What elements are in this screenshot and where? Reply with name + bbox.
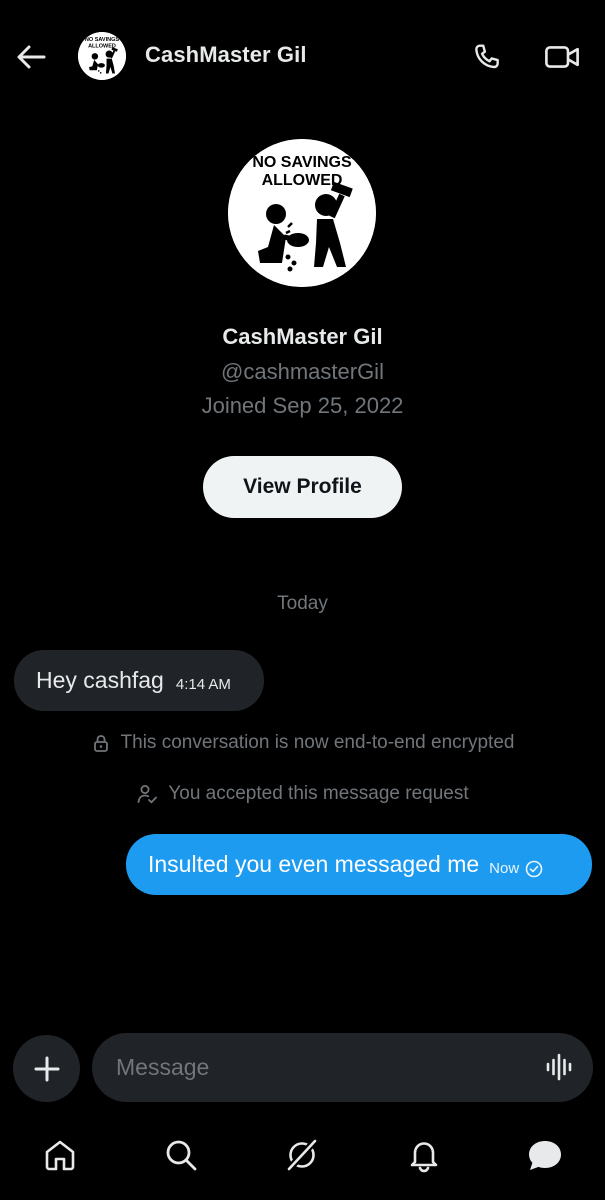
request-accepted-notice: You accepted this message request	[0, 780, 605, 808]
video-call-button[interactable]	[541, 38, 583, 76]
plus-icon	[34, 1056, 59, 1081]
svg-text:NO SAVINGS: NO SAVINGS	[85, 37, 119, 43]
back-arrow-icon	[17, 45, 46, 69]
video-camera-icon	[545, 46, 579, 68]
request-accepted-text: You accepted this message request	[168, 783, 469, 804]
person-check-icon	[137, 785, 158, 804]
nav-search[interactable]	[158, 1132, 204, 1178]
home-icon	[45, 1140, 75, 1171]
message-input[interactable]	[116, 1033, 516, 1102]
day-separator: Today	[277, 593, 328, 614]
header-contact-name[interactable]: CashMaster Gil	[145, 42, 307, 68]
messages-icon	[529, 1141, 561, 1170]
svg-text:ALLOWED: ALLOWED	[262, 172, 343, 189]
search-icon	[166, 1140, 197, 1171]
view-profile-button[interactable]: View Profile	[203, 456, 402, 518]
message-text: Insulted you even messaged me	[148, 851, 480, 877]
no-savings-logo: NO SAVINGS ALLOWED	[78, 32, 126, 80]
encryption-notice-text: This conversation is now end-to-end encr…	[120, 732, 515, 753]
phone-icon	[475, 44, 499, 69]
incoming-message-bubble[interactable]: Hey cashfag 4:14 AM	[14, 650, 264, 711]
profile-joined-date: Joined Sep 25, 2022	[201, 393, 404, 418]
nav-home[interactable]	[37, 1132, 83, 1178]
svg-text:NO SAVINGS: NO SAVINGS	[252, 154, 352, 171]
bottom-navigation	[0, 1118, 605, 1200]
lock-icon	[93, 735, 108, 752]
notifications-icon	[410, 1142, 438, 1173]
profile-handle: @cashmasterGil	[221, 359, 384, 384]
message-composer	[92, 1033, 593, 1102]
profile-name: CashMaster Gil	[222, 324, 383, 349]
back-button[interactable]	[12, 38, 50, 76]
message-meta: Now	[489, 860, 543, 878]
nav-messages[interactable]	[522, 1132, 568, 1178]
message-timestamp: Now	[489, 860, 520, 877]
outgoing-message-bubble[interactable]: Insulted you even messaged me Now	[126, 834, 592, 895]
nav-grok[interactable]	[279, 1132, 325, 1178]
check-circle-icon	[525, 860, 543, 877]
voice-call-button[interactable]	[468, 38, 506, 76]
voice-wave-icon	[546, 1053, 572, 1081]
voice-message-button[interactable]	[543, 1050, 577, 1084]
conversation-header: NO SAVINGS ALLOWED CashMaster Gil	[0, 0, 605, 112]
no-savings-logo: NO SAVINGS ALLOWED	[228, 139, 376, 287]
message-timestamp: 4:14 AM	[175, 676, 231, 693]
add-attachment-button[interactable]	[13, 1035, 80, 1102]
message-text: Hey cashfag	[36, 667, 164, 693]
grok-icon	[286, 1138, 318, 1172]
header-avatar[interactable]: NO SAVINGS ALLOWED	[78, 32, 126, 80]
encryption-notice: This conversation is now end-to-end encr…	[0, 729, 605, 757]
svg-text:ALLOWED: ALLOWED	[88, 44, 116, 50]
profile-avatar[interactable]: NO SAVINGS ALLOWED	[228, 139, 376, 287]
nav-notifications[interactable]	[401, 1132, 447, 1178]
